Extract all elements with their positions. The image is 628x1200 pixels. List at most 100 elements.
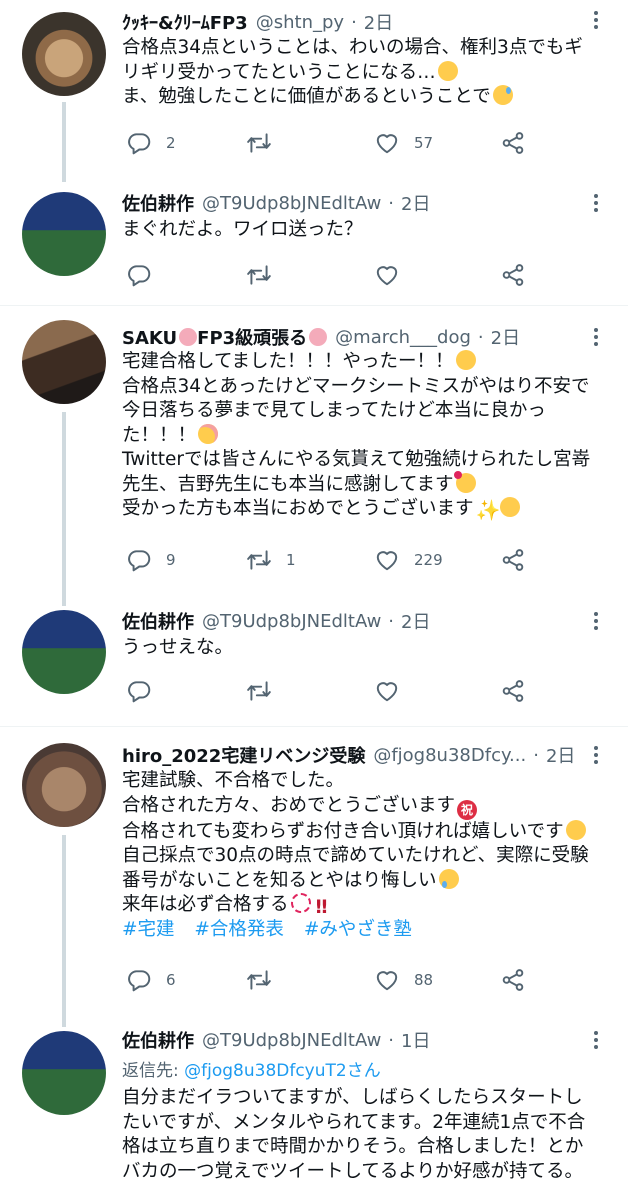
retweet-count: 1 xyxy=(286,551,296,569)
reply-button[interactable] xyxy=(126,260,152,290)
relieved-face-icon xyxy=(198,423,219,444)
action-bar: 2 57 xyxy=(122,128,542,158)
timestamp[interactable]: 2日 xyxy=(401,608,430,634)
avatar-mascots[interactable] xyxy=(22,610,106,694)
display-name[interactable]: ｸｯｷｰ&ｸﾘｰﾑFP3 xyxy=(122,9,248,35)
tweet-2[interactable]: 佐伯耕作 @T9Udp8bJNEdltAw · 2日 まぐれだよ。ワイロ送った？ xyxy=(0,180,628,305)
separator-dot: · xyxy=(388,192,395,214)
action-bar: 6 88 xyxy=(122,965,542,995)
more-icon[interactable] xyxy=(586,191,606,215)
sparkles-icon: ✨ xyxy=(475,498,501,522)
timestamp[interactable]: 1日 xyxy=(401,1027,430,1053)
reply-button[interactable]: 2 xyxy=(126,128,176,158)
reply-button[interactable]: 6 xyxy=(126,965,176,995)
user-handle[interactable]: @march___dog xyxy=(335,327,471,348)
timestamp[interactable]: 2日 xyxy=(364,9,393,35)
retweet-button[interactable]: 1 xyxy=(246,545,296,575)
text-line: 合格されても変わらずお付き合い頂ければ嬉しいです xyxy=(122,820,564,842)
tweet-text: 自分まだイラついてますが、しばらくしたらスタートし たいですが、メンタルやられて… xyxy=(122,1086,608,1184)
user-handle[interactable]: @T9Udp8bJNEdltAw xyxy=(202,611,381,632)
tweet-3[interactable]: SAKU FP3級頑張る @march___dog · 2日 宅建合格してました！… xyxy=(0,306,628,606)
avatar-hamster[interactable] xyxy=(22,12,106,96)
text-line: 格は立ち直りまで時間かかりそう。合格しました！とか xyxy=(122,1136,584,1157)
text-line: 番号がないことを知るとやはり悔しい xyxy=(122,869,437,891)
hashtag-link[interactable]: #合格発表 xyxy=(194,919,284,940)
reply-icon xyxy=(126,262,152,288)
tweet-4[interactable]: 佐伯耕作 @T9Udp8bJNEdltAw · 2日 うっせえな。 xyxy=(0,596,628,726)
mention-link[interactable]: @fjog8u38DfcyuT2さん xyxy=(184,1061,381,1081)
reply-count: 2 xyxy=(166,134,176,152)
flower-icon xyxy=(290,893,311,913)
text-line: 受かった方も本当におめでとうございます xyxy=(122,498,474,519)
display-name[interactable]: hiro_2022宅建リベンジ受験 xyxy=(122,742,365,768)
more-icon[interactable] xyxy=(586,325,606,349)
display-name[interactable]: 佐伯耕作 xyxy=(122,608,194,634)
share-button[interactable] xyxy=(500,965,526,995)
tweet-5[interactable]: hiro_2022宅建リベンジ受験 @fjog8u38Dfcy... · 2日 … xyxy=(0,727,628,1027)
user-handle[interactable]: @T9Udp8bJNEdltAw xyxy=(202,193,381,214)
display-name-part: SAKU xyxy=(122,328,178,349)
display-name[interactable]: 佐伯耕作 xyxy=(122,190,194,216)
timestamp[interactable]: 2日 xyxy=(491,324,520,350)
tweet-1[interactable]: ｸｯｷｰ&ｸﾘｰﾑFP3 @shtn_py · 2日 合格点34点ということは、… xyxy=(0,0,628,182)
avatar-cafe[interactable] xyxy=(22,320,106,404)
user-handle[interactable]: @shtn_py xyxy=(256,12,344,33)
more-icon[interactable] xyxy=(586,609,606,633)
share-icon xyxy=(500,678,526,704)
avatar-mascots[interactable] xyxy=(22,1031,106,1115)
retweet-button[interactable] xyxy=(246,965,286,995)
crying-face-icon xyxy=(438,868,459,889)
share-button[interactable] xyxy=(500,260,526,290)
like-button[interactable]: 57 xyxy=(374,128,433,158)
congratulations-icon: 祝 xyxy=(457,799,478,820)
reply-button[interactable] xyxy=(126,676,152,706)
separator-dot: · xyxy=(477,326,484,348)
avatar-mascots[interactable] xyxy=(22,192,106,276)
hashtag-link[interactable]: #宅建 xyxy=(122,919,175,940)
text-line: 宅建試験、不合格でした。 xyxy=(122,770,345,791)
tweet-header: SAKU FP3級頑張る @march___dog · 2日 xyxy=(122,322,578,352)
display-name[interactable]: 佐伯耕作 xyxy=(122,1027,194,1053)
share-button[interactable] xyxy=(500,545,526,575)
grinning-squint-icon xyxy=(455,350,476,370)
retweet-button[interactable] xyxy=(246,260,272,290)
display-name[interactable]: SAKU FP3級頑張る xyxy=(122,324,328,350)
share-button[interactable] xyxy=(500,128,526,158)
user-handle[interactable]: @fjog8u38Dfcy... xyxy=(373,745,526,766)
text-line: 合格点34とあったけどマークシートミスがやはり不安で xyxy=(122,375,590,397)
reply-icon xyxy=(126,547,152,573)
reply-button[interactable]: 9 xyxy=(126,545,176,575)
text-line: た！！！ xyxy=(122,424,197,446)
text-line: 合格点34点ということは、わいの場合、権利3点でもギ xyxy=(122,37,583,58)
like-button[interactable]: 229 xyxy=(374,545,443,575)
cherry-blossom-icon xyxy=(309,328,328,346)
user-handle[interactable]: @T9Udp8bJNEdltAw xyxy=(202,1030,381,1051)
hashtag-link[interactable]: #みやざき塾 xyxy=(304,919,412,940)
share-button[interactable] xyxy=(500,676,526,706)
text-line: リギリ受かってたということになる… xyxy=(122,61,436,83)
tweet-6[interactable]: 佐伯耕作 @T9Udp8bJNEdltAw · 1日 返信先: @fjog8u3… xyxy=(0,1017,628,1200)
more-icon[interactable] xyxy=(586,1028,606,1052)
retweet-button[interactable] xyxy=(246,128,286,158)
smiling-hearts-icon xyxy=(453,470,476,493)
more-icon[interactable] xyxy=(586,8,606,32)
share-icon xyxy=(500,262,526,288)
timestamp[interactable]: 2日 xyxy=(401,190,430,216)
retweet-button[interactable] xyxy=(246,676,272,706)
like-button[interactable] xyxy=(374,676,400,706)
more-icon[interactable] xyxy=(586,743,606,767)
like-button[interactable]: 88 xyxy=(374,965,433,995)
tweet-text: 宅建合格してました！！！やったー！！ 合格点34とあったけどマークシートミスがや… xyxy=(122,350,608,522)
retweet-icon xyxy=(246,678,272,704)
like-button[interactable] xyxy=(374,260,400,290)
thread-line xyxy=(62,835,66,1027)
thread-line xyxy=(62,102,66,182)
tweet-header: 佐伯耕作 @T9Udp8bJNEdltAw · 2日 xyxy=(122,188,578,218)
avatar-horse-painting[interactable] xyxy=(22,743,106,827)
action-bar xyxy=(122,260,542,290)
timestamp[interactable]: 2日 xyxy=(546,742,575,768)
text-line: うっせえな。 xyxy=(122,637,234,658)
share-icon xyxy=(500,967,526,993)
like-icon xyxy=(374,130,400,156)
retweet-icon xyxy=(246,130,272,156)
